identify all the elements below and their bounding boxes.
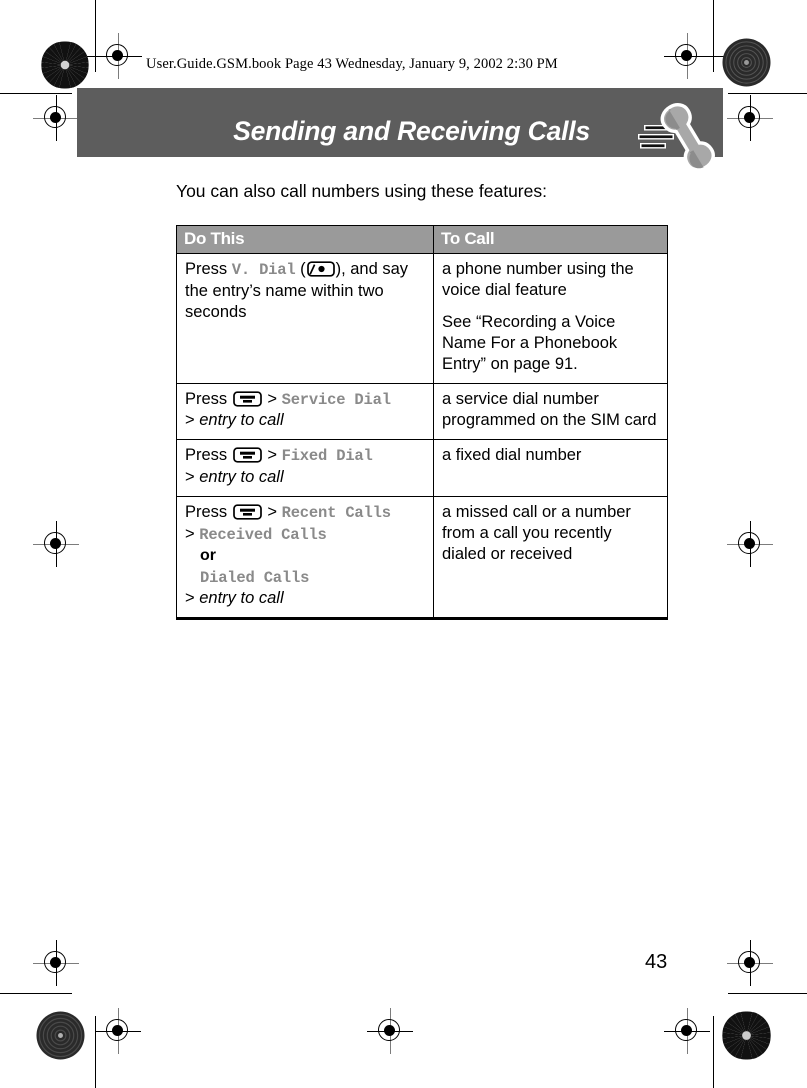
menu-path-3: Dialed Calls [200, 568, 310, 587]
entry-to-call: entry to call [199, 468, 284, 487]
press-label: Press [185, 260, 228, 278]
cell-to-call: a missed call or a number from a call yo… [433, 496, 668, 621]
table-row: Press V. Dial ( ), and say the entry’s n… [176, 253, 668, 384]
press-label: Press [185, 503, 228, 522]
crop-line-bottom-right [728, 993, 807, 994]
entry-to-call: entry to call [199, 589, 284, 608]
menu-key-icon [232, 391, 262, 407]
phone-handset-icon [638, 103, 715, 172]
column-header-to-call: To Call [433, 225, 668, 254]
cell-do-this: Press V. Dial ( ), and say the entry’s n… [176, 253, 434, 384]
path-separator-2: > [185, 468, 195, 487]
table-header-row: Do This To Call [176, 225, 668, 254]
cell-do-this: Press > Recent Calls > Received Calls or Di… [176, 496, 434, 621]
to-call-text: a phone number using the voice dial feat… [442, 260, 634, 299]
registration-mark-bottom-right [664, 1008, 710, 1054]
instruction-recent-calls: Press > Recent Calls > Received Calls or Di… [185, 502, 424, 609]
cell-to-call: a service dial number programmed on the … [433, 382, 668, 441]
crop-line-right-bottom [713, 1016, 714, 1088]
to-call-crossref: See “Recording a Voice Name For a Phoneb… [442, 312, 618, 373]
menu-path-1: Service Dial [281, 390, 391, 409]
registration-mark-bottom-left [95, 1008, 141, 1054]
or-label: or [200, 547, 216, 565]
voice-dial-key-icon [306, 261, 335, 277]
to-call-text: a missed call or a number from a call yo… [442, 503, 631, 563]
density-target-bottom-left [36, 1011, 85, 1060]
cell-to-call: a phone number using the voice dial feat… [433, 253, 668, 384]
menu-key-icon [232, 504, 262, 520]
density-target-top-right [722, 38, 771, 87]
menu-path-1: Recent Calls [281, 504, 391, 523]
cell-to-call: a fixed dial number [433, 439, 668, 498]
menu-path-2: Received Calls [199, 525, 327, 544]
page-number: 43 [645, 951, 668, 973]
registration-mark-bottom-center [367, 1008, 413, 1054]
crop-line-bottom-left [0, 993, 72, 994]
chapter-banner: Sending and Receiving Calls [77, 88, 723, 157]
crop-line-top-right [728, 93, 807, 94]
page-title: Sending and Receiving Calls [233, 116, 590, 146]
path-separator: > [267, 389, 278, 408]
command-v-dial: V. Dial [231, 261, 296, 279]
to-call-text: a fixed dial number [442, 446, 582, 465]
path-separator: > [267, 503, 278, 522]
path-separator: > [267, 446, 278, 465]
table-row: Press > Service Dial > entry to call a se… [176, 382, 668, 441]
registration-mark-right-upper [727, 95, 773, 141]
menu-path-1: Fixed Dial [281, 447, 373, 466]
registration-mark-right-lower [727, 940, 773, 986]
running-header-text: User.Guide.GSM.book Page 43 Wednesday, J… [146, 56, 558, 72]
registration-mark-top-left [95, 33, 141, 79]
entry-to-call: entry to call [199, 411, 284, 430]
cell-do-this: Press > Fixed Dial > entry to call [176, 439, 434, 498]
press-label: Press [185, 446, 228, 465]
registration-mark-top-right [664, 33, 710, 79]
crop-line-top-left [0, 93, 72, 94]
registration-mark-left-lower [33, 940, 79, 986]
star-target-top-left [41, 41, 89, 89]
features-table: Do This To Call Press V. Dial ( ), and s… [176, 225, 668, 621]
menu-key-icon [232, 447, 262, 464]
registration-mark-left-middle [33, 521, 79, 567]
path-separator-2: > [185, 411, 195, 430]
press-label: Press [185, 389, 228, 408]
instruction-voice-dial: Press V. Dial ( ), and say the entry’s n… [185, 259, 424, 323]
instruction-service-dial: Press > Service Dial > entry to call [185, 389, 424, 432]
star-target-bottom-right [722, 1011, 771, 1060]
open-paren: ( [300, 260, 306, 278]
instruction-fixed-dial: Press > Fixed Dial > entry to call [185, 445, 424, 488]
cell-do-this: Press > Service Dial > entry to call [176, 382, 434, 441]
features-table-wrapper: Do This To Call Press V. Dial ( ), and s… [176, 225, 668, 621]
to-call-text: a service dial number programmed on the … [442, 389, 657, 429]
registration-mark-left-upper [33, 95, 79, 141]
registration-mark-right-middle [727, 521, 773, 567]
document-page: User.Guide.GSM.book Page 43 Wednesday, J… [0, 0, 807, 1088]
column-header-do-this: Do This [176, 225, 434, 254]
table-row: Press > Recent Calls > Received Calls or Di… [176, 496, 668, 621]
crop-line-right-top [713, 0, 714, 72]
path-separator-3: > [185, 589, 195, 608]
path-separator-2: > [185, 524, 195, 543]
table-row: Press > Fixed Dial > entry to call a fixe… [176, 439, 668, 498]
intro-paragraph: You can also call numbers using these fe… [176, 181, 547, 201]
